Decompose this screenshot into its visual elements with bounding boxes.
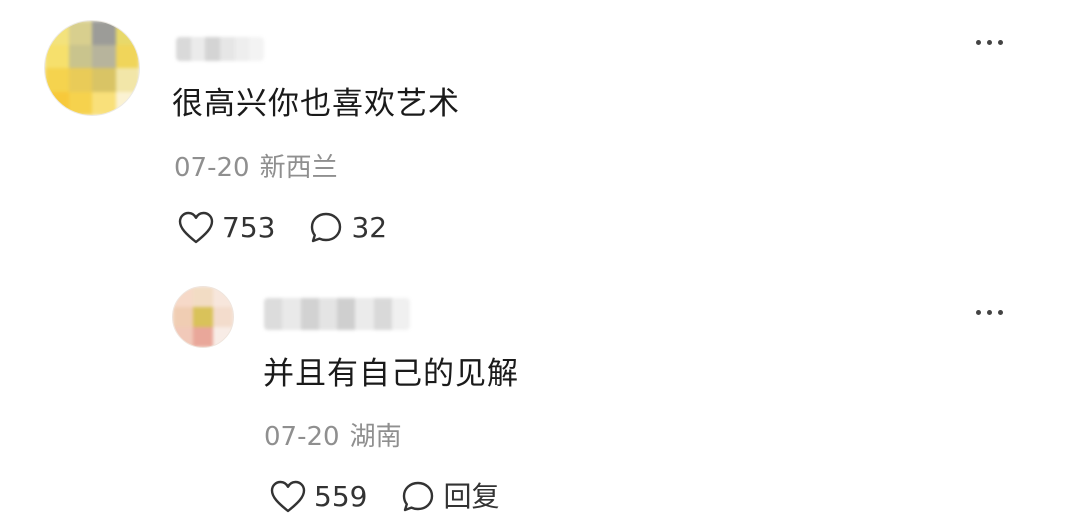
mosaic-cell (193, 287, 213, 307)
more-dots-icon (976, 39, 981, 45)
mosaic-cell (115, 44, 139, 68)
mosaic-cell (68, 21, 92, 45)
mosaic-cell (45, 68, 69, 92)
reply-text: 并且有自己的见解 (263, 356, 519, 392)
more-dot (987, 39, 992, 45)
name-mosaic-cell (355, 298, 374, 330)
mosaic-cell (92, 44, 116, 68)
mosaic-cell (92, 21, 116, 45)
mosaic-cell (68, 91, 92, 115)
name-mosaic-cell (205, 37, 220, 61)
mosaic-cell (213, 327, 233, 347)
mosaic-cell (92, 91, 116, 115)
like-button[interactable]: 559 (270, 477, 367, 517)
mosaic-cell (213, 287, 233, 307)
mosaic-cell (45, 91, 69, 115)
reply-count-button[interactable]: 32 (309, 208, 387, 248)
mosaic-cell (68, 44, 92, 68)
mosaic-cell (92, 68, 116, 92)
reply-location: 湖南 (349, 422, 402, 452)
name-mosaic-cell (190, 37, 206, 61)
replier-name-redacted[interactable] (264, 298, 410, 330)
mosaic-cell (45, 21, 69, 45)
name-mosaic-cell (264, 298, 283, 330)
more-dot (998, 39, 1003, 45)
more-options-button[interactable] (976, 30, 1016, 54)
reply-actions: 559 回复 (270, 477, 499, 517)
comment-date: 07-20 (174, 153, 250, 183)
comment-thread: 很高兴你也喜欢艺术 07-20 新西兰 753 32 并且有自己的见解 07-20… (0, 0, 1066, 526)
reply-button[interactable]: 回复 (401, 477, 499, 517)
heart-outline-icon (270, 480, 306, 513)
like-button[interactable]: 753 (178, 208, 275, 248)
mosaic-cell (173, 327, 193, 347)
name-mosaic-cell (176, 37, 191, 61)
mosaic-cell (45, 44, 69, 68)
name-mosaic-cell (220, 37, 235, 61)
mosaic-cell (193, 327, 213, 347)
name-mosaic-cell (300, 298, 319, 330)
comment-actions: 753 32 (178, 208, 387, 248)
comment-bubble-icon (403, 481, 434, 512)
mosaic-cell (115, 91, 139, 115)
name-mosaic-cell (391, 298, 410, 330)
blurred-avatar-icon (173, 287, 233, 347)
more-dot (987, 309, 992, 315)
blurred-avatar-icon (45, 21, 139, 115)
comment-text: 很高兴你也喜欢艺术 (172, 86, 460, 122)
mosaic-cell (173, 287, 193, 307)
reply-meta: 07-20 湖南 (264, 417, 402, 457)
commenter-name-redacted[interactable] (176, 37, 264, 61)
like-count: 753 (222, 211, 276, 244)
mosaic-cell (173, 307, 193, 327)
reply-label: 回复 (443, 480, 500, 513)
name-mosaic-cell (234, 37, 250, 61)
mosaic-cell (115, 68, 139, 92)
reply-date: 07-20 (264, 422, 340, 452)
more-options-button[interactable] (976, 300, 1016, 324)
mosaic-cell (213, 307, 233, 327)
name-mosaic-cell (337, 298, 356, 330)
name-mosaic-cell (249, 37, 264, 61)
mosaic-cell (115, 21, 139, 45)
name-mosaic-cell (373, 298, 392, 330)
mosaic-cell (193, 307, 213, 327)
more-dots-icon (976, 309, 981, 315)
like-count: 559 (314, 480, 368, 513)
mosaic-cell (68, 68, 92, 92)
name-mosaic-cell (282, 298, 301, 330)
comment-bubble-icon (311, 212, 342, 243)
commenter-avatar[interactable] (44, 20, 140, 116)
reply-count: 32 (351, 211, 388, 244)
comment-location: 新西兰 (259, 153, 338, 183)
comment-meta: 07-20 新西兰 (174, 148, 338, 188)
name-mosaic-cell (318, 298, 337, 330)
more-dot (998, 309, 1003, 315)
heart-outline-icon (178, 211, 214, 244)
replier-avatar[interactable] (172, 286, 234, 348)
